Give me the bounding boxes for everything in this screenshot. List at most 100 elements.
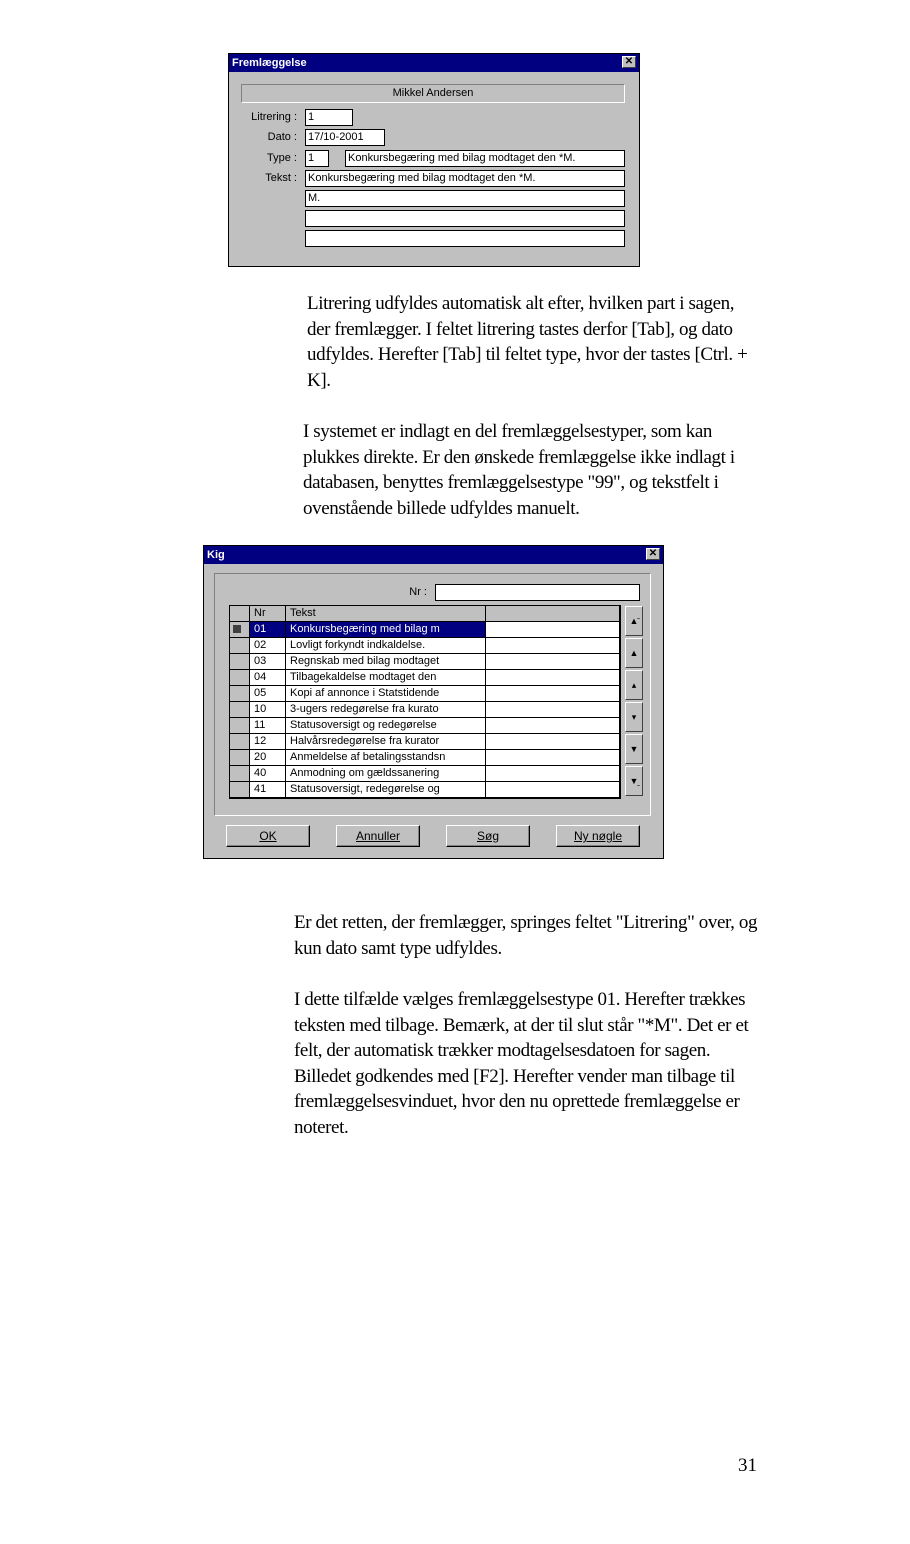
next-row-icon[interactable]: ▾ [625, 702, 643, 732]
grid-header-nr[interactable]: Nr [250, 606, 286, 622]
row-tekst-cell: Regnskab med bilag modtaget [286, 654, 486, 670]
row-nr-cell: 11 [250, 718, 286, 734]
last-page-icon[interactable]: ▼̱ [625, 766, 643, 796]
row-extra-cell [486, 750, 620, 766]
row-nr-cell: 10 [250, 702, 286, 718]
type-label: Type : [267, 152, 297, 164]
kig-panel: Nr : Nr Tekst 01 Konkursbegæring med bila… [214, 573, 651, 816]
dato-field[interactable]: 17/10-2001 [305, 129, 385, 146]
ny-noegle-button[interactable]: Ny nøgle [556, 825, 640, 847]
soeg-button[interactable]: Søg [446, 825, 530, 847]
table-row[interactable]: 02 Lovligt forkyndt indkaldelse. [230, 638, 620, 654]
row-extra-cell [486, 734, 620, 750]
litrering-label: Litrering : [251, 111, 297, 123]
table-row[interactable]: 11 Statusoversigt og redegørelse [230, 718, 620, 734]
row-extra-cell [486, 654, 620, 670]
kig-dialog: Kig ✕ Nr : Nr Tekst 01 Konkursbegæring me… [203, 545, 664, 859]
kig-titlebar[interactable]: Kig ✕ [204, 546, 663, 564]
row-indicator [230, 638, 250, 654]
table-row[interactable]: 01 Konkursbegæring med bilag m [230, 622, 620, 638]
row-tekst-cell: Halvårsredegørelse fra kurator [286, 734, 486, 750]
table-row[interactable]: 40 Anmodning om gældssanering [230, 766, 620, 782]
page-down-icon[interactable]: ▼ [625, 734, 643, 764]
grid-header-tekst[interactable]: Tekst [286, 606, 486, 622]
row-extra-cell [486, 622, 620, 638]
kig-grid[interactable]: Nr Tekst 01 Konkursbegæring med bilag m 02… [229, 605, 621, 799]
row-nr-cell: 05 [250, 686, 286, 702]
row-extra-cell [486, 638, 620, 654]
table-row[interactable]: 12 Halvårsredegørelse fra kurator [230, 734, 620, 750]
table-row[interactable]: 04 Tilbagekaldelse modtaget den [230, 670, 620, 686]
kig-button-bar: OK Annuller Søg Ny nøgle [226, 825, 646, 849]
dato-label: Dato : [267, 131, 297, 143]
row-indicator [230, 718, 250, 734]
ok-button[interactable]: OK [226, 825, 310, 847]
row-tekst-cell: Statusoversigt og redegørelse [286, 718, 486, 734]
close-icon[interactable]: ✕ [622, 56, 636, 68]
row-tekst-cell: Konkursbegæring med bilag m [286, 622, 486, 638]
first-page-icon[interactable]: ▲̄ [625, 606, 643, 636]
row-indicator [230, 686, 250, 702]
row-indicator [230, 766, 250, 782]
row-extra-cell [486, 766, 620, 782]
fremlaeggelse-dialog: Fremlæggelse ✕ Mikkel Andersen Litrering… [228, 53, 640, 267]
party-name: Mikkel Andersen [392, 87, 474, 99]
row-tekst-cell: Anmodning om gældssanering [286, 766, 486, 782]
row-tekst-cell: Statusoversigt, redegørelse og [286, 782, 486, 798]
table-row[interactable]: 10 3-ugers redegørelse fra kurato [230, 702, 620, 718]
row-nr-cell: 04 [250, 670, 286, 686]
row-indicator [230, 702, 250, 718]
close-icon[interactable]: ✕ [646, 548, 660, 560]
row-indicator [230, 734, 250, 750]
grid-header-indicator [230, 606, 250, 622]
prev-row-icon[interactable]: ▴ [625, 670, 643, 700]
row-tekst-cell: Kopi af annonce i Statstidende [286, 686, 486, 702]
paragraph-litrering: Litrering udfyldes automatisk alt efter,… [307, 293, 748, 391]
table-row[interactable]: 20 Anmeldelse af betalingsstandsn [230, 750, 620, 766]
tekst-field-line-4[interactable] [305, 230, 625, 247]
page-up-icon[interactable]: ▲ [625, 638, 643, 668]
fremlaeggelse-title: Fremlæggelse [232, 57, 307, 69]
row-nr-cell: 40 [250, 766, 286, 782]
table-row[interactable]: 03 Regnskab med bilag modtaget [230, 654, 620, 670]
row-nr-cell: 12 [250, 734, 286, 750]
row-extra-cell [486, 782, 620, 798]
fremlaeggelse-titlebar[interactable]: Fremlæggelse ✕ [229, 54, 639, 72]
grid-navigator: ▲̄ ▲ ▴ ▾ ▼ ▼̱ [625, 606, 643, 798]
nr-search-label: Nr : [409, 586, 427, 598]
type-text-field[interactable]: Konkursbegæring med bilag modtaget den *… [345, 150, 625, 167]
kig-title: Kig [207, 549, 225, 561]
row-nr-cell: 20 [250, 750, 286, 766]
litrering-field[interactable]: 1 [305, 109, 353, 126]
paragraph-retten: Er det retten, der fremlægger, springes … [294, 912, 758, 959]
row-tekst-cell: Anmeldelse af betalingsstandsn [286, 750, 486, 766]
row-tekst-cell: Tilbagekaldelse modtaget den [286, 670, 486, 686]
row-extra-cell [486, 718, 620, 734]
row-indicator [230, 782, 250, 798]
grid-header-row: Nr Tekst [230, 606, 620, 622]
tekst-label: Tekst : [265, 172, 297, 184]
row-nr-cell: 03 [250, 654, 286, 670]
table-row[interactable]: 41 Statusoversigt, redegørelse og [230, 782, 620, 798]
row-tekst-cell: Lovligt forkyndt indkaldelse. [286, 638, 486, 654]
tekst-field-line-2[interactable]: M. [305, 190, 625, 207]
tekst-field-line-1[interactable]: Konkursbegæring med bilag modtaget den *… [305, 170, 625, 187]
annuller-button[interactable]: Annuller [336, 825, 420, 847]
nr-search-input[interactable] [435, 584, 640, 601]
type-nr-field[interactable]: 1 [305, 150, 329, 167]
row-tekst-cell: 3-ugers redegørelse fra kurato [286, 702, 486, 718]
grid-header-empty [486, 606, 620, 622]
table-row[interactable]: 05 Kopi af annonce i Statstidende [230, 686, 620, 702]
page-number: 31 [738, 1455, 757, 1476]
row-indicator [230, 622, 250, 638]
row-extra-cell [486, 686, 620, 702]
row-indicator [230, 654, 250, 670]
row-extra-cell [486, 670, 620, 686]
row-extra-cell [486, 702, 620, 718]
paragraph-fremlaeggelsestyper: I systemet er indlagt en del fremlæggels… [303, 421, 735, 519]
paragraph-fremlaeggelsestype-01: I dette tilfælde vælges fremlæggelsestyp… [294, 989, 749, 1138]
row-nr-cell: 01 [250, 622, 286, 638]
row-indicator [230, 750, 250, 766]
tekst-field-line-3[interactable] [305, 210, 625, 227]
row-nr-cell: 41 [250, 782, 286, 798]
